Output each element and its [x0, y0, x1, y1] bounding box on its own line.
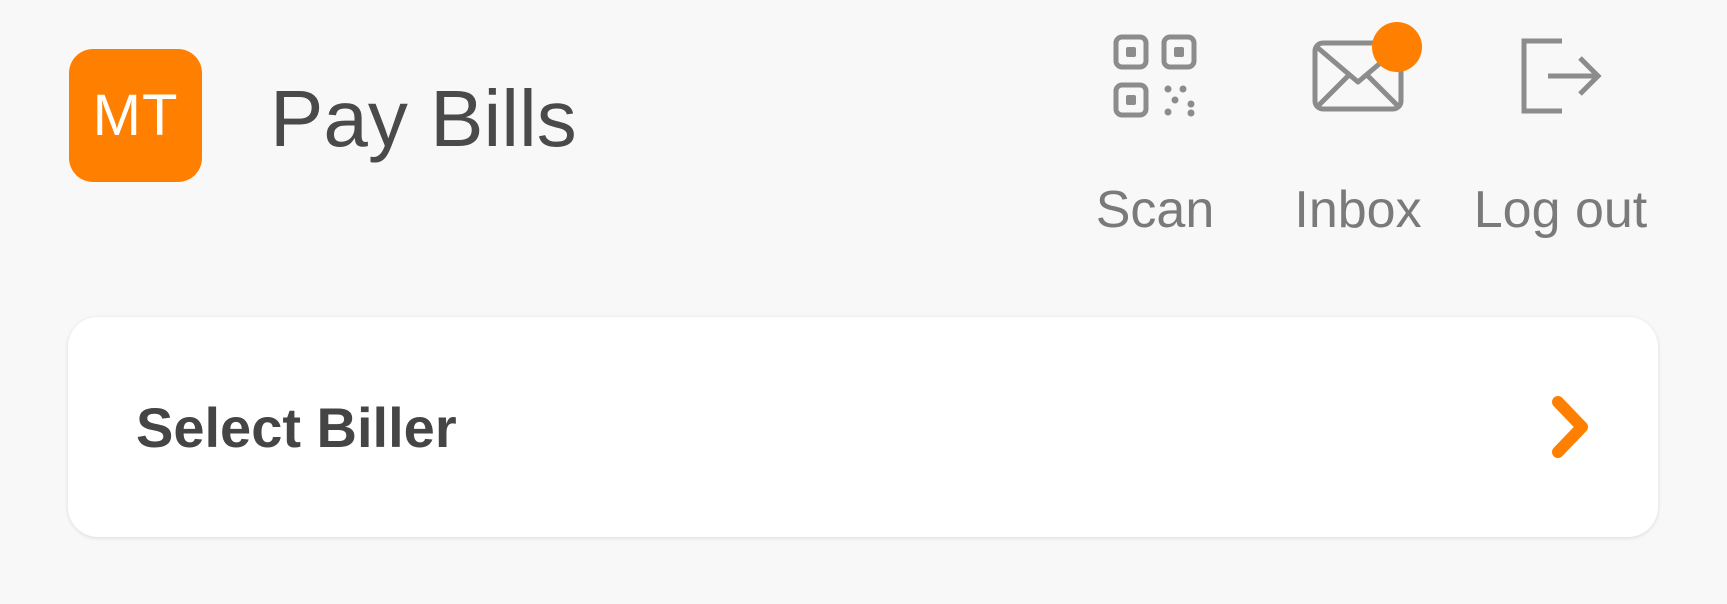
- logout-label: Log out: [1473, 181, 1648, 239]
- select-biller-label: Select Biller: [136, 395, 457, 459]
- envelope-icon: [1312, 21, 1422, 117]
- logout-icon: [1520, 37, 1602, 120]
- scan-button[interactable]: Scan: [1095, 34, 1215, 240]
- notification-badge: [1372, 21, 1422, 72]
- avatar-initials: MT: [92, 83, 179, 148]
- select-biller-card[interactable]: Select Biller: [68, 317, 1658, 537]
- logout-button[interactable]: Log out: [1463, 34, 1658, 240]
- avatar: MT: [69, 49, 202, 182]
- qr-code-icon: [1113, 34, 1197, 123]
- scan-label: Scan: [1095, 181, 1215, 239]
- chevron-right-icon: [1550, 394, 1590, 460]
- page-title: Pay Bills: [270, 74, 577, 163]
- inbox-button[interactable]: Inbox: [1288, 21, 1428, 240]
- inbox-label: Inbox: [1294, 181, 1422, 239]
